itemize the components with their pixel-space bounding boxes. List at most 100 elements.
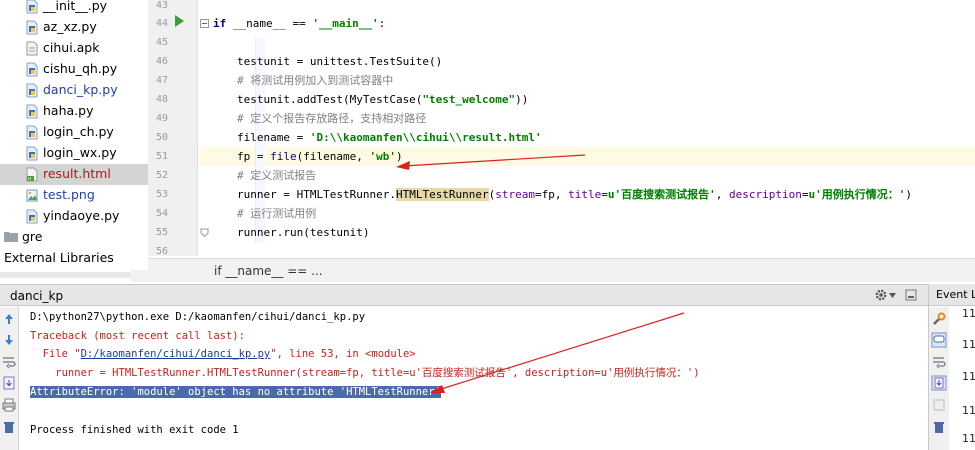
balloon-icon[interactable] [931, 332, 947, 348]
traceback-file-link[interactable]: D:/kaomanfen/cihui/danci_kp.py [81, 348, 271, 360]
code-line-53: runner = HTMLTestRunner.HTMLTestRunner(s… [237, 188, 913, 201]
mark-read-icon[interactable] [931, 397, 947, 413]
event-log-title[interactable]: Event Log [936, 288, 975, 301]
tree-item-cishu-qh-py[interactable]: cishu_qh.py [0, 59, 148, 80]
arrow-down-icon[interactable] [1, 332, 17, 348]
tree-item-label: External Libraries [4, 250, 114, 265]
console-exit-line: Process finished with exit code 1 [30, 424, 239, 436]
code-line-51: fp = file(filename, 'wb') [237, 150, 403, 163]
tree-item-yindaoye-py[interactable]: yindaoye.py [0, 206, 148, 227]
run-panel-header: danci_kp [0, 284, 928, 306]
html-file-icon: H [26, 167, 38, 182]
tree-item-label: haha.py [43, 103, 94, 118]
tree-item-danci-kp-py[interactable]: danci_kp.py [0, 80, 148, 101]
file-icon [26, 41, 38, 56]
event-timestamp: 11 [962, 338, 975, 351]
gear-icon[interactable] [874, 288, 888, 302]
line-number: 44 [155, 18, 168, 29]
python-file-icon [26, 146, 38, 161]
run-gutter-icon[interactable] [175, 15, 184, 27]
line-number: 53 [155, 189, 168, 200]
line-number: 48 [155, 94, 168, 105]
line-number: 46 [155, 56, 168, 67]
code-line-52: # 定义测试报告 [237, 169, 317, 182]
svg-text:H: H [28, 177, 31, 183]
line-number: 56 [155, 246, 168, 256]
python-file-icon [26, 20, 38, 35]
tree-item-test-png[interactable]: test.png [0, 185, 148, 206]
tree-item-label: test.png [43, 187, 95, 202]
soft-wrap-icon[interactable] [1, 354, 17, 370]
event-timestamp: 11 [962, 432, 975, 445]
code-editor[interactable]: 43 44 45 46 47 48 49 50 51 52 53 54 55 5… [148, 0, 975, 256]
scroll-to-end-icon[interactable] [1, 375, 17, 391]
line-number: 49 [155, 113, 168, 124]
breadcrumb[interactable]: if __name__ == ... [148, 258, 975, 282]
code-line-44: if __name__ == '__main__': [213, 17, 386, 30]
code-line-46: testunit = unittest.TestSuite() [237, 55, 443, 68]
console-command-line: D:\python27\python.exe D:/kaomanfen/cihu… [30, 311, 366, 323]
trash-icon[interactable] [1, 419, 17, 435]
soft-wrap-icon[interactable] [931, 354, 947, 370]
print-icon[interactable] [1, 397, 17, 413]
tree-item-init-py[interactable]: __init__.py [0, 0, 148, 17]
console-error-line[interactable]: AttributeError: 'module' object has no a… [30, 383, 441, 402]
tree-item-label: __init__.py [43, 0, 108, 13]
tree-item-login-ch-py[interactable]: login_ch.py [0, 122, 148, 143]
console-output[interactable]: D:\python27\python.exe D:/kaomanfen/cihu… [19, 307, 927, 450]
minimize-icon[interactable] [905, 289, 917, 301]
folder-icon [4, 232, 18, 242]
python-file-icon [26, 83, 38, 98]
line-number: 55 [155, 227, 168, 238]
python-file-icon [26, 125, 38, 140]
python-file-icon [26, 104, 38, 119]
breadcrumb-spacer [130, 270, 148, 282]
tree-item-cihui-apk[interactable]: cihui.apk [0, 38, 148, 59]
tree-item-external-libraries[interactable]: External Libraries [0, 248, 148, 269]
event-log-toolbar [929, 307, 949, 450]
chevron-down-icon[interactable] [889, 293, 896, 298]
tree-item-label: login_wx.py [43, 145, 117, 160]
tree-item-label: az_xz.py [43, 19, 97, 34]
code-line-54: # 运行测试用例 [237, 207, 317, 220]
tree-scrollbar[interactable] [0, 272, 130, 278]
python-file-icon [26, 0, 38, 14]
image-file-icon [26, 189, 38, 202]
line-number: 45 [155, 37, 168, 48]
code-line-47: # 将测试用例加入到测试容器中 [237, 74, 394, 87]
console-code-line: runner = HTMLTestRunner.HTMLTestRunner(s… [30, 367, 700, 379]
tree-item-label: cishu_qh.py [43, 61, 118, 76]
tree-item-az-xz-py[interactable]: az_xz.py [0, 17, 148, 38]
event-timestamp: 11 [962, 404, 975, 417]
run-toolbar [0, 307, 19, 450]
console-file-line: File "D:/kaomanfen/cihui/danci_kp.py", l… [30, 348, 416, 360]
trash-icon[interactable] [931, 419, 947, 435]
code-line-55: runner.run(testunit) [237, 226, 370, 239]
tree-item-login-wx-py[interactable]: login_wx.py [0, 143, 148, 164]
editor-gutter: 43 44 45 46 47 48 49 50 51 52 53 54 55 5… [148, 0, 209, 256]
event-log-panel: Event Log 11 11 11 11 11 [928, 284, 975, 450]
line-number: 47 [155, 75, 168, 86]
code-line-50: filename = 'D:\\kaomanfen\\cihui\\result… [237, 131, 542, 144]
scroll-to-end-icon[interactable] [931, 375, 947, 391]
line-number: 52 [155, 170, 168, 181]
tree-item-gre[interactable]: gre [0, 227, 148, 248]
tree-item-haha-py[interactable]: haha.py [0, 101, 148, 122]
arrow-up-icon[interactable] [1, 311, 17, 327]
line-number: 54 [155, 208, 168, 219]
tree-item-label: cihui.apk [43, 40, 100, 55]
tree-item-result-html[interactable]: H result.html [0, 164, 148, 185]
breadcrumb-item[interactable]: if __name__ == ... [214, 264, 323, 278]
python-file-icon [26, 62, 38, 77]
code-line-49: # 定义个报告存放路径，支持相对路径 [237, 112, 427, 125]
tree-item-label: gre [22, 229, 43, 244]
line-number: 50 [155, 132, 168, 143]
console-traceback-line: Traceback (most recent call last): [30, 330, 245, 342]
code-area[interactable]: if __name__ == '__main__': testunit = un… [199, 0, 975, 256]
project-tree: __init__.py az_xz.py cihui.apk cishu_qh.… [0, 0, 148, 270]
event-timestamp: 11 [962, 370, 975, 383]
tree-item-label: yindaoye.py [43, 208, 120, 223]
event-timestamp: 11 [962, 307, 975, 320]
run-tab-title[interactable]: danci_kp [10, 289, 63, 303]
wrench-icon[interactable] [931, 311, 947, 327]
